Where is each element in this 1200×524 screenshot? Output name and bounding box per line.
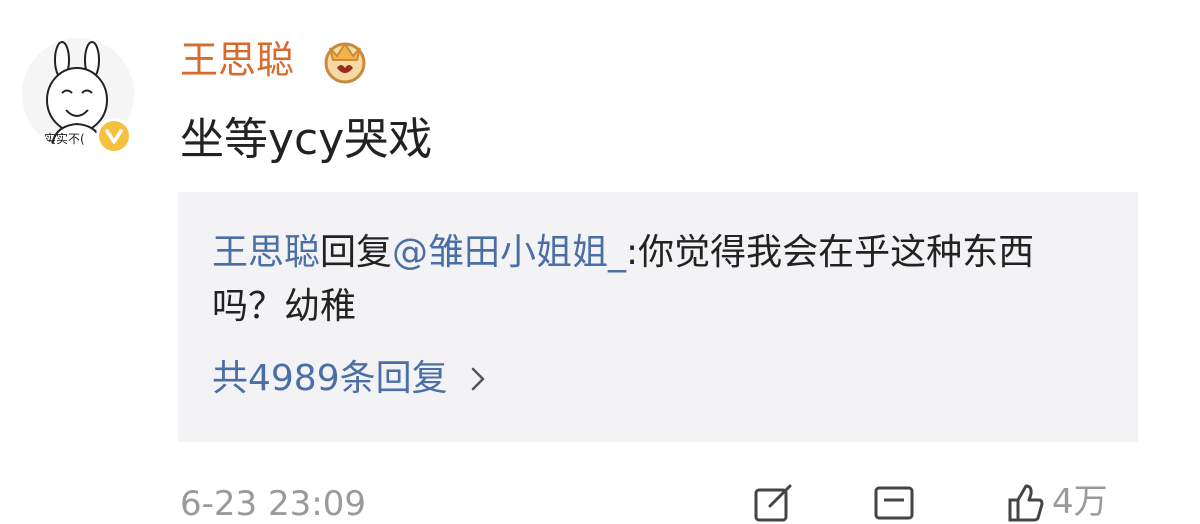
reply-author[interactable]: 王思聪 <box>212 232 320 273</box>
reply-text: 王思聪回复@雏田小姐姐_:你觉得我会在乎这种东西吗？幼稚 <box>212 226 1092 334</box>
avatar-caption: 实实不( <box>44 131 85 146</box>
reply-count-link[interactable]: 共4989条回复 <box>212 356 486 402</box>
post-content: 坐等ycy哭戏 <box>180 114 433 165</box>
repost-button[interactable] <box>752 482 796 522</box>
reply-card[interactable]: 王思聪回复@雏田小姐姐_:你觉得我会在乎这种东西吗？幼稚 共4989条回复 <box>178 192 1138 442</box>
like-button[interactable]: 4万 <box>1004 482 1108 522</box>
reply-mention[interactable]: @雏田小姐姐_ <box>392 232 626 273</box>
comment-icon <box>874 486 914 520</box>
like-count: 4万 <box>1052 482 1108 522</box>
reply-count-label: 共4989条回复 <box>212 358 448 399</box>
crown-vip-icon[interactable] <box>320 38 370 84</box>
reply-verb: 回复 <box>320 232 393 273</box>
chevron-right-icon <box>471 367 484 391</box>
verified-badge <box>96 118 132 154</box>
comment-button[interactable] <box>872 482 916 522</box>
author-name[interactable]: 王思聪 <box>180 36 294 84</box>
post-timestamp: 6-23 23:09 <box>180 484 366 524</box>
verified-v-icon <box>99 121 129 151</box>
thumbs-up-icon <box>1008 484 1044 522</box>
repost-edit-icon <box>754 484 792 522</box>
